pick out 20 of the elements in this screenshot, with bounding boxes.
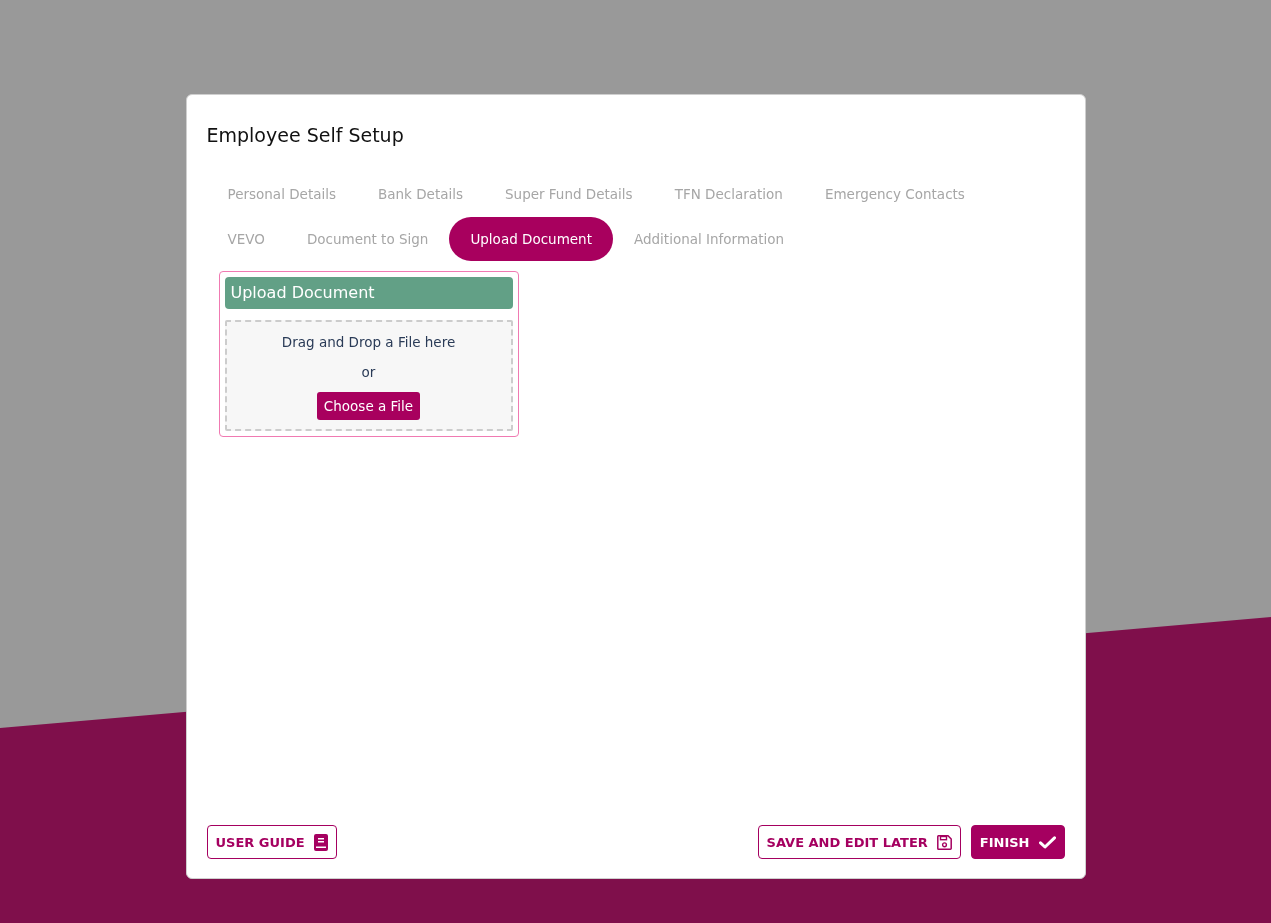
drop-text: Drag and Drop a File here: [281, 333, 456, 352]
tab[interactable]: Personal Details: [206, 172, 357, 216]
user-guide-button[interactable]: USER GUIDE: [206, 825, 337, 859]
tab[interactable]: Upload Document: [449, 217, 613, 261]
finish-button[interactable]: FINISH: [970, 825, 1065, 859]
tab[interactable]: TFN Declaration: [653, 172, 804, 216]
tab[interactable]: Bank Details: [357, 172, 484, 216]
check-icon: [1038, 835, 1056, 849]
tab[interactable]: Emergency Contacts: [803, 172, 986, 216]
tab[interactable]: Document to Sign: [285, 217, 450, 261]
book-icon: [313, 833, 328, 851]
save-button[interactable]: SAVE AND EDIT LATER: [757, 825, 961, 859]
tab[interactable]: VEVO: [206, 217, 286, 261]
choose-file-button[interactable]: Choose a File: [316, 392, 421, 420]
tab[interactable]: Additional Information: [612, 217, 806, 261]
upload-card-header: Upload Document: [224, 277, 513, 309]
tab[interactable]: Super Fund Details: [484, 172, 654, 216]
dialog-title: Employee Self Setup: [206, 123, 404, 148]
or-text: or: [361, 363, 376, 382]
drop-zone[interactable]: Drag and Drop a File here or Choose a File: [224, 320, 513, 431]
